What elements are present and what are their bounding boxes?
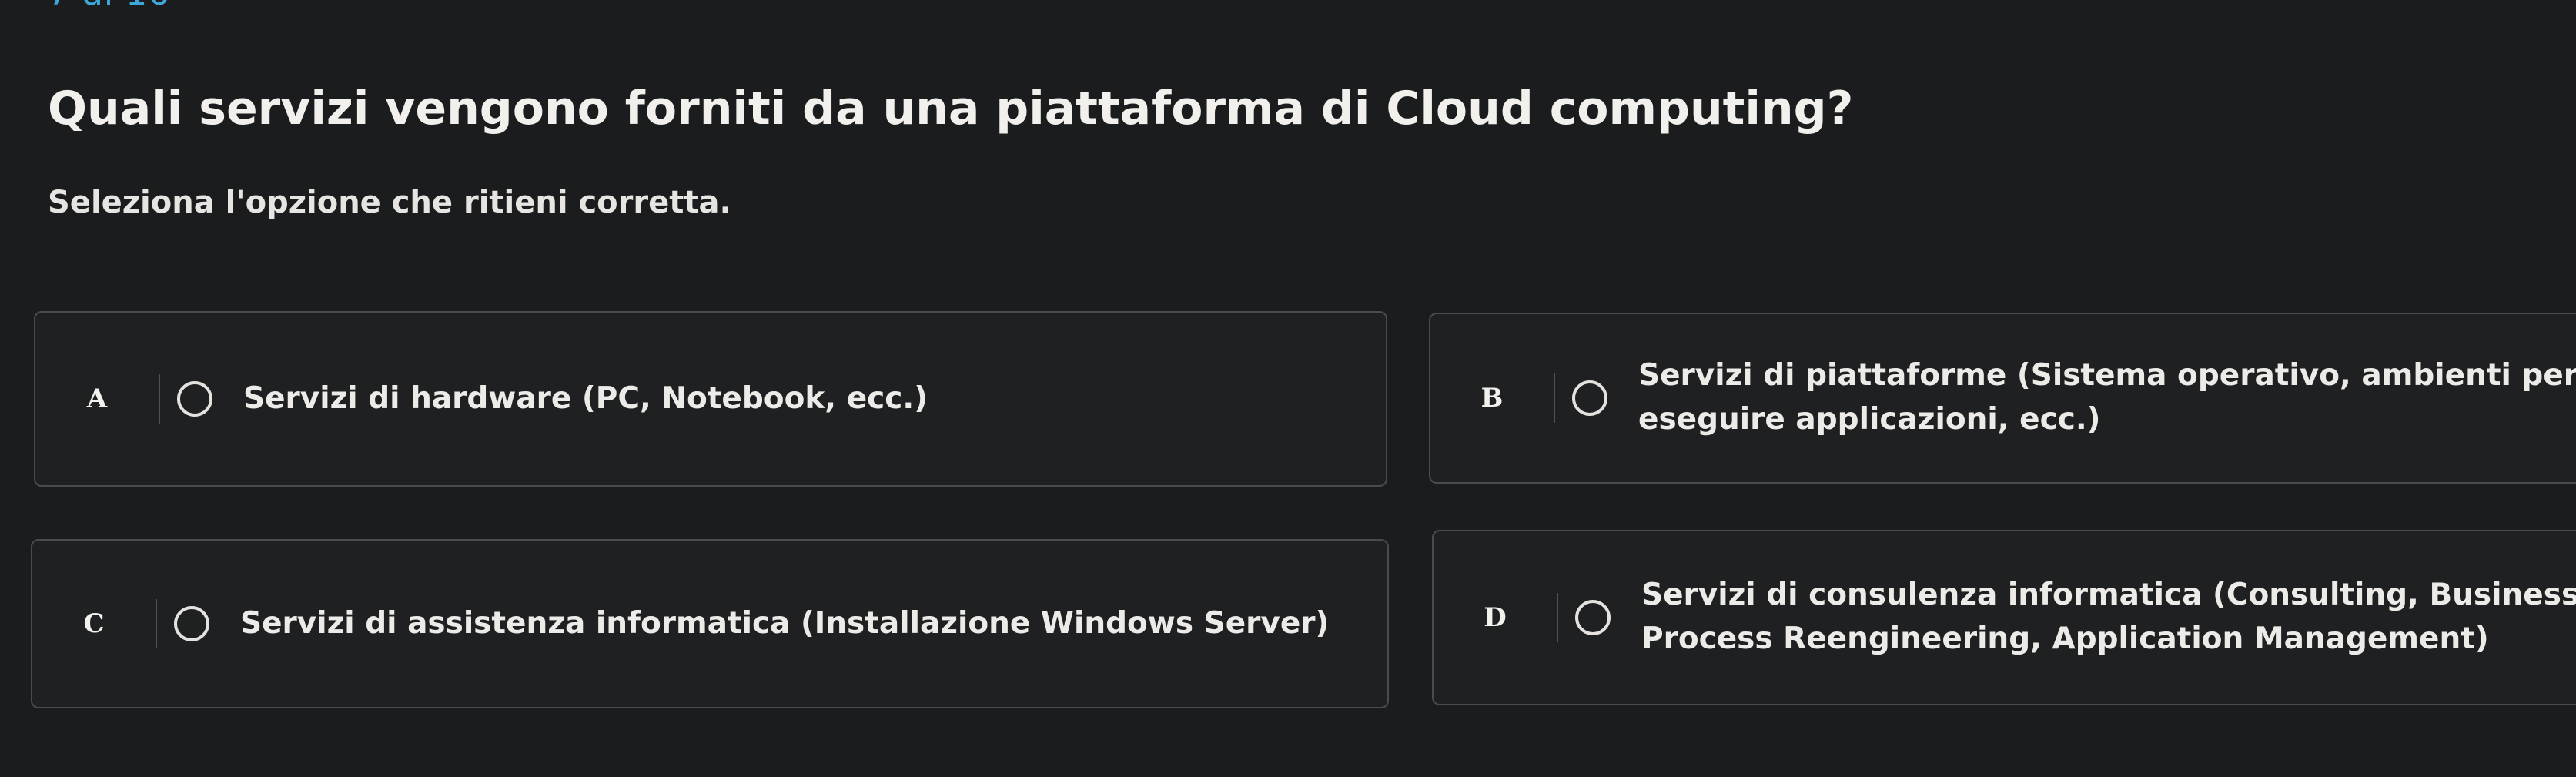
radio-button[interactable] <box>177 381 212 417</box>
option-divider <box>1554 373 1555 423</box>
radio-button[interactable] <box>1572 380 1607 416</box>
option-divider <box>156 599 157 648</box>
radio-button[interactable] <box>1575 600 1611 635</box>
question-counter: 7 di 16 <box>48 0 170 13</box>
answer-option-c[interactable]: C Servizi di assistenza informatica (Ins… <box>31 539 1389 708</box>
option-letter: B <box>1480 383 1504 414</box>
option-letter: A <box>86 383 108 414</box>
option-label: Servizi di consulenza informatica (Consu… <box>1641 578 2576 656</box>
answer-option-b[interactable]: B Servizi di piattaforme (Sistema operat… <box>1429 313 2576 484</box>
option-divider <box>1557 593 1558 642</box>
question-title: Quali servizi vengono forniti da una pia… <box>48 82 1854 136</box>
answer-option-d[interactable]: D Servizi di consulenza informatica (Con… <box>1432 530 2576 705</box>
option-label: Servizi di piattaforme (Sistema operativ… <box>1638 358 2576 437</box>
option-divider <box>159 374 160 424</box>
instruction-text: Seleziona l'opzione che ritieni corretta… <box>48 185 731 220</box>
option-letter: C <box>83 608 105 639</box>
option-label: Servizi di assistenza informatica (Insta… <box>240 605 1330 641</box>
option-label: Servizi di hardware (PC, Notebook, ecc.) <box>243 380 928 416</box>
option-letter: D <box>1484 602 1507 633</box>
radio-button[interactable] <box>174 606 209 641</box>
answer-option-a[interactable]: A Servizi di hardware (PC, Notebook, ecc… <box>34 311 1387 487</box>
